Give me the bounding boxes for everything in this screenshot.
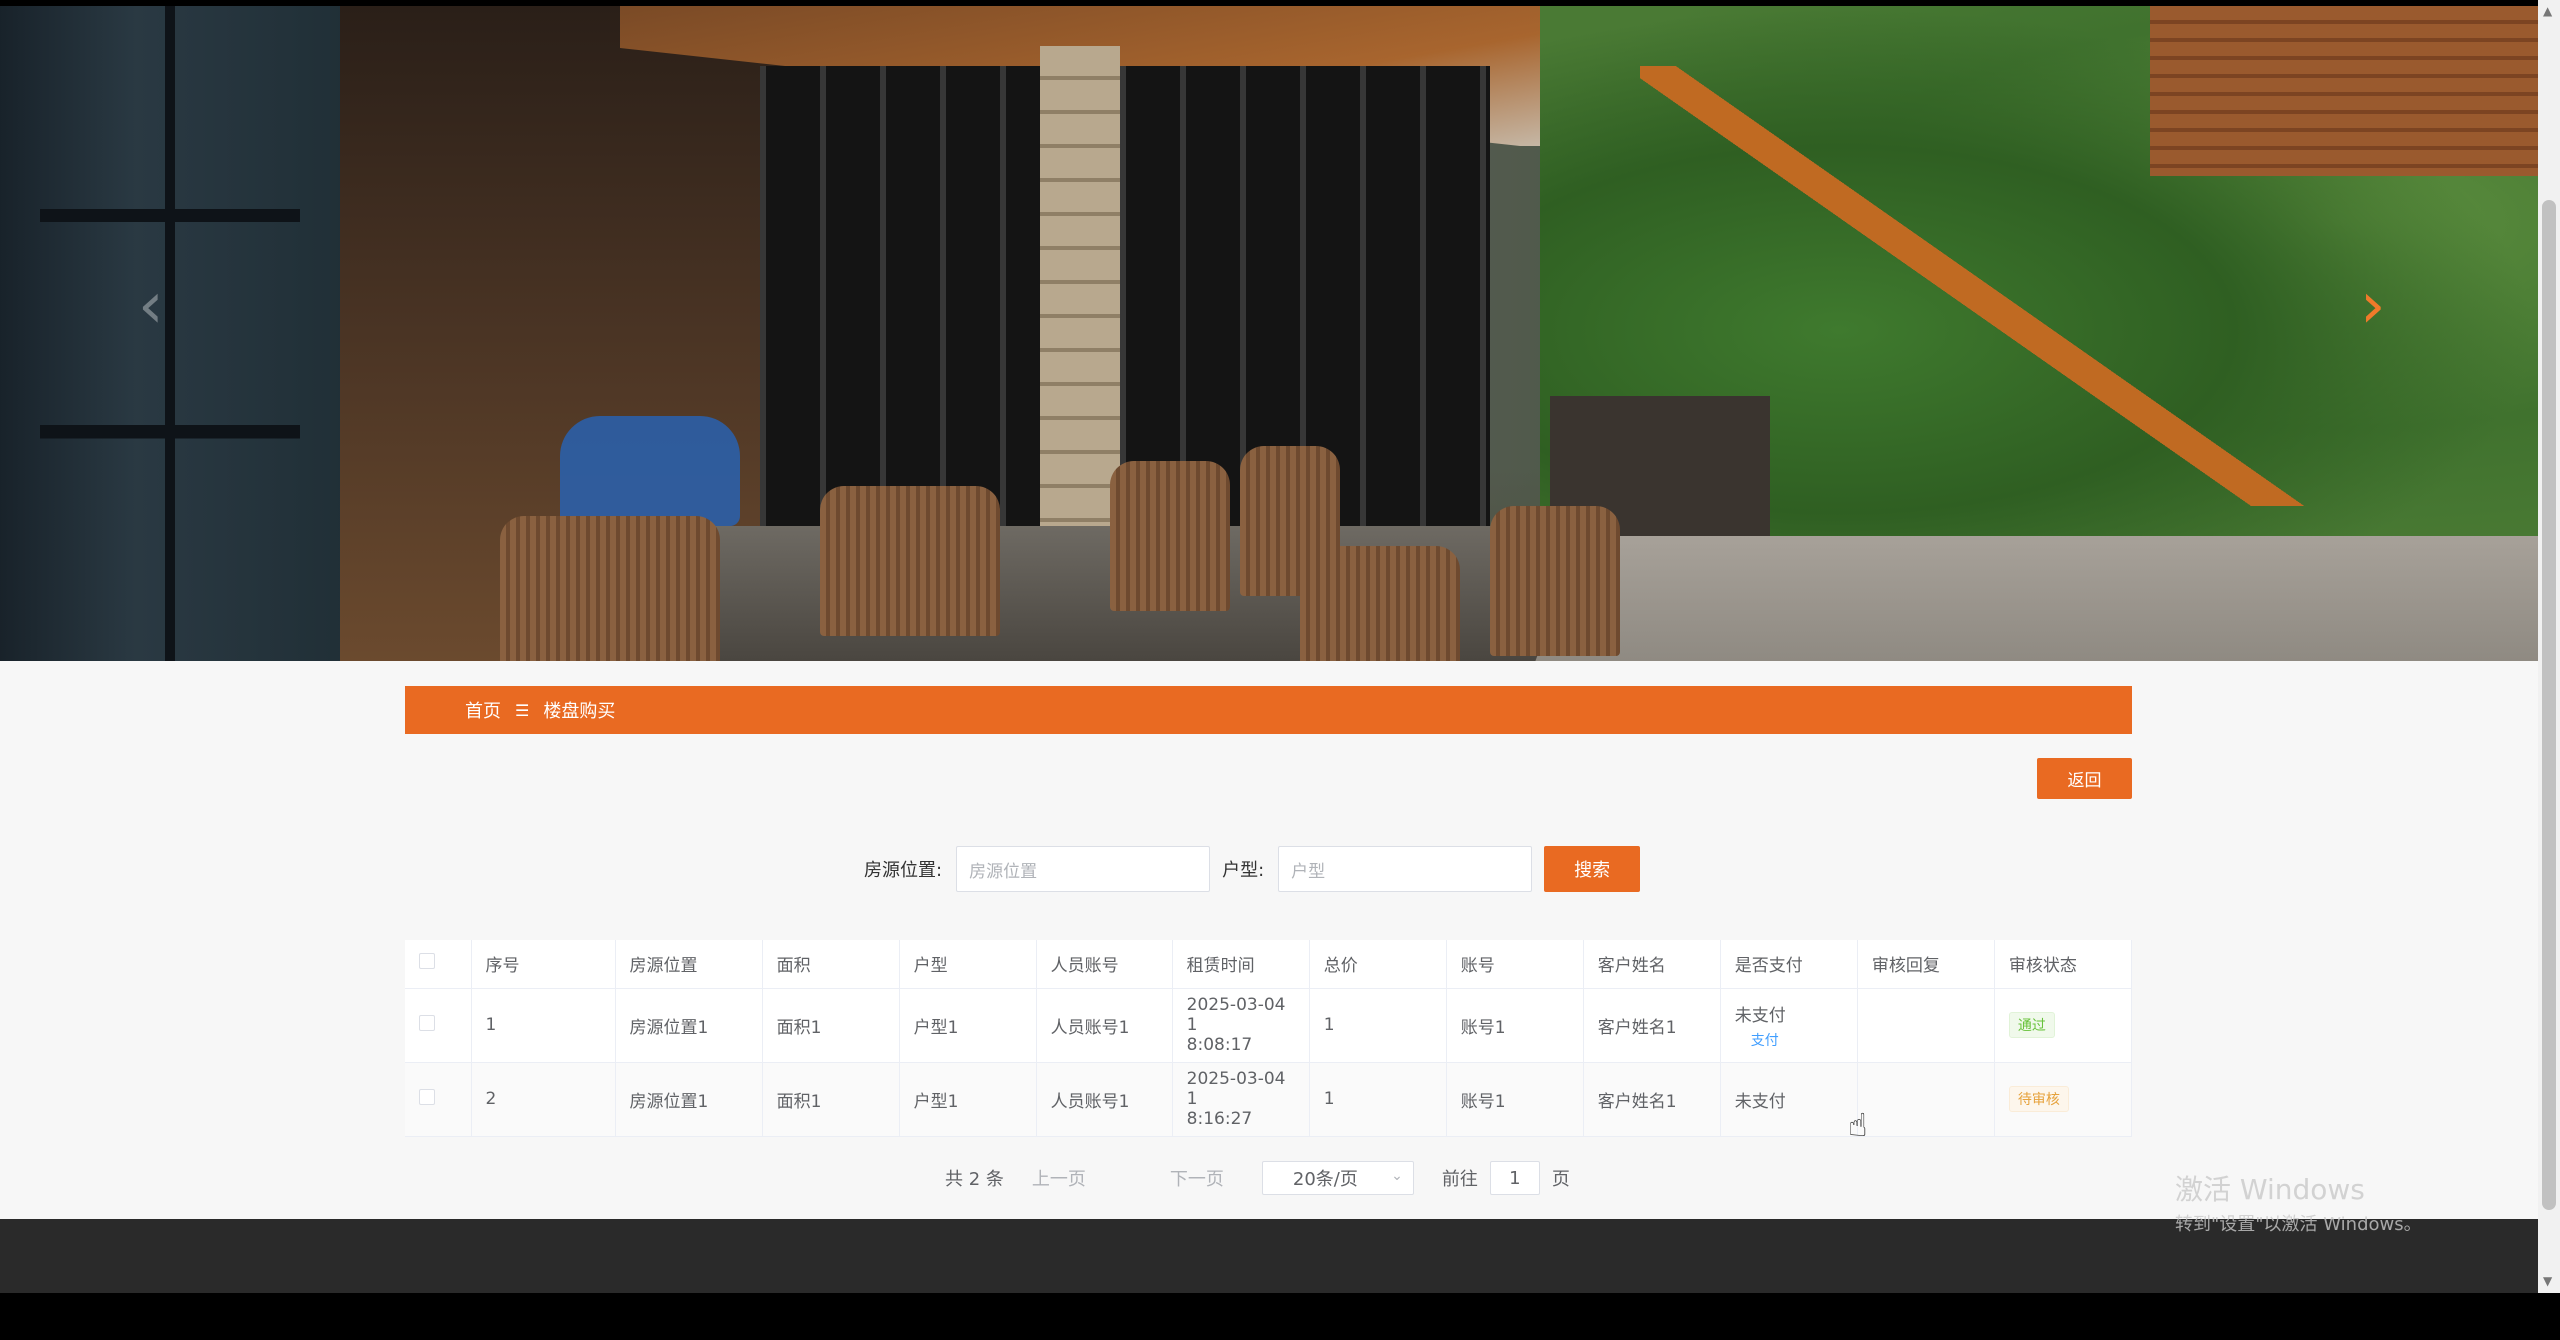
col-header[interactable]: 是否支付 <box>1720 940 1858 989</box>
page-size-value: 20条/页 <box>1292 1169 1358 1190</box>
row-checkbox[interactable] <box>419 1014 435 1031</box>
select-all-checkbox[interactable] <box>419 953 435 970</box>
col-header[interactable]: 面积 <box>762 940 900 989</box>
windows-activation-watermark: 激活 Windows 转到"设置"以激活 Windows。 <box>2175 1168 2422 1236</box>
row-checkbox[interactable] <box>419 1088 435 1105</box>
cell-staff: 人员账号1 <box>1036 988 1173 1063</box>
cell-account: 账号1 <box>1446 1062 1584 1137</box>
status-badge: 通过 <box>2008 1012 2055 1038</box>
pagination-total: 共 2 条 <box>945 1169 1004 1190</box>
cell-time: 2025-03-04 1 8:08:17 <box>1172 988 1310 1063</box>
col-header[interactable]: 人员账号 <box>1036 940 1173 989</box>
cell-paid: 未支付 支付 <box>1720 988 1858 1063</box>
cell-price: 1 <box>1309 988 1447 1063</box>
col-header[interactable]: 审核回复 <box>1857 940 1995 989</box>
cell-time-line2: 8:16:27 <box>1186 1109 1253 1129</box>
breadcrumb-home[interactable]: 首页 <box>465 697 501 723</box>
cell-type: 户型1 <box>899 988 1037 1063</box>
watermark-line1: 激活 Windows <box>2175 1173 2365 1206</box>
cell-area: 面积1 <box>762 988 900 1063</box>
type-input[interactable]: 户型 <box>1278 846 1533 892</box>
hero-image-chair <box>1110 461 1230 611</box>
cell-customer: 客户姓名1 <box>1583 988 1721 1063</box>
goto-suffix: 页 <box>1551 1169 1570 1190</box>
cell-status: 通过 <box>1994 988 2133 1063</box>
goto-label: 前往 <box>1441 1169 1478 1190</box>
hero-image-chair <box>500 516 720 661</box>
search-form: 房源位置: 房源位置 户型: 户型 搜索 <box>864 846 1641 892</box>
goto-page-input[interactable]: 1 <box>1489 1161 1540 1195</box>
cell-time-line1: 2025-03-04 1 <box>1186 1069 1286 1109</box>
cell-staff: 人员账号1 <box>1036 1062 1173 1137</box>
prev-page-button[interactable]: 上一页 <box>1032 1165 1086 1191</box>
cell-customer: 客户姓名1 <box>1583 1062 1721 1137</box>
type-label: 户型: <box>1222 860 1265 881</box>
col-header[interactable]: 房源位置 <box>615 940 763 989</box>
cell-reply <box>1857 988 1995 1063</box>
footer <box>0 1219 2538 1293</box>
carousel-prev-icon[interactable]: ‹ <box>138 274 178 338</box>
breadcrumb-separator-icon: ☰ <box>515 700 530 720</box>
cell-index: 1 <box>471 988 616 1063</box>
select-all-cell <box>405 940 472 989</box>
breadcrumb-current: 楼盘购买 <box>543 701 616 722</box>
chevron-down-icon: ⌄ <box>1391 1168 1403 1184</box>
cell-paid: 未支付 <box>1720 1062 1858 1137</box>
cell-reply <box>1857 1062 1995 1137</box>
table-row[interactable]: 2 房源位置1 面积1 户型1 人员账号1 2025-03-04 1 8:16:… <box>405 1062 2133 1137</box>
cell-location: 房源位置1 <box>615 1062 763 1137</box>
col-header[interactable]: 审核状态 <box>1994 940 2133 989</box>
search-button[interactable]: 搜索 <box>1544 846 1641 892</box>
scroll-up-icon[interactable]: ▲ <box>2543 4 2552 18</box>
col-header[interactable]: 户型 <box>899 940 1037 989</box>
hero-image-blue-chair <box>560 416 740 526</box>
table-row[interactable]: 1 房源位置1 面积1 户型1 人员账号1 2025-03-04 1 8:08:… <box>405 988 2133 1063</box>
main-content: 首页 ☰ 楼盘购买 返回 房源位置: 房源位置 户型: 户型 搜索 序号 房源位… <box>0 661 2538 1219</box>
col-header[interactable]: 租赁时间 <box>1172 940 1310 989</box>
row-select-cell <box>405 988 472 1063</box>
cell-area: 面积1 <box>762 1062 900 1137</box>
location-input[interactable]: 房源位置 <box>956 846 1211 892</box>
cell-time-line2: 8:08:17 <box>1186 1035 1253 1055</box>
watermark-line2: 转到"设置"以激活 Windows。 <box>2175 1214 2422 1235</box>
breadcrumb: 首页 ☰ 楼盘购买 <box>405 686 2132 734</box>
cell-location: 房源位置1 <box>615 988 763 1063</box>
page-scrollbar[interactable]: ▲ ▼ <box>2538 0 2560 1293</box>
location-label: 房源位置: <box>864 860 943 881</box>
next-page-button[interactable]: 下一页 <box>1170 1165 1224 1191</box>
back-button[interactable]: 返回 <box>2037 758 2132 799</box>
cell-price: 1 <box>1309 1062 1447 1137</box>
scrollbar-thumb[interactable] <box>2542 200 2556 1210</box>
cell-type: 户型1 <box>899 1062 1037 1137</box>
cell-status: 待审核 <box>1994 1062 2133 1137</box>
paid-status: 未支付 <box>1734 1005 1786 1026</box>
hero-image-chair <box>1300 546 1460 661</box>
pagination: 共 2 条 上一页 下一页 20条/页 ⌄ 前往 1 页 <box>945 1161 1570 1195</box>
status-badge: 待审核 <box>2008 1086 2069 1112</box>
pay-link[interactable]: 支付 <box>1735 1030 1843 1050</box>
hand-cursor-icon: ☝ <box>1848 1106 1868 1144</box>
col-header[interactable]: 总价 <box>1309 940 1447 989</box>
col-header[interactable]: 账号 <box>1446 940 1584 989</box>
col-header[interactable]: 客户姓名 <box>1583 940 1721 989</box>
scroll-down-icon[interactable]: ▼ <box>2543 1274 2552 1288</box>
cell-time-line1: 2025-03-04 1 <box>1186 995 1286 1035</box>
carousel-next-icon[interactable]: › <box>2360 274 2400 338</box>
hero-carousel: ‹ › <box>0 6 2538 661</box>
orders-table: 序号 房源位置 面积 户型 人员账号 租赁时间 总价 账号 客户姓名 是否支付 … <box>405 940 2133 1137</box>
table-header-row: 序号 房源位置 面积 户型 人员账号 租赁时间 总价 账号 客户姓名 是否支付 … <box>405 940 2133 989</box>
row-select-cell <box>405 1062 472 1137</box>
cell-account: 账号1 <box>1446 988 1584 1063</box>
cell-time: 2025-03-04 1 8:16:27 <box>1172 1062 1310 1137</box>
col-header[interactable]: 序号 <box>471 940 616 989</box>
hero-image-chair <box>1490 506 1620 656</box>
cell-index: 2 <box>471 1062 616 1137</box>
hero-image-chair <box>820 486 1000 636</box>
page-size-select[interactable]: 20条/页 ⌄ <box>1261 1161 1414 1195</box>
